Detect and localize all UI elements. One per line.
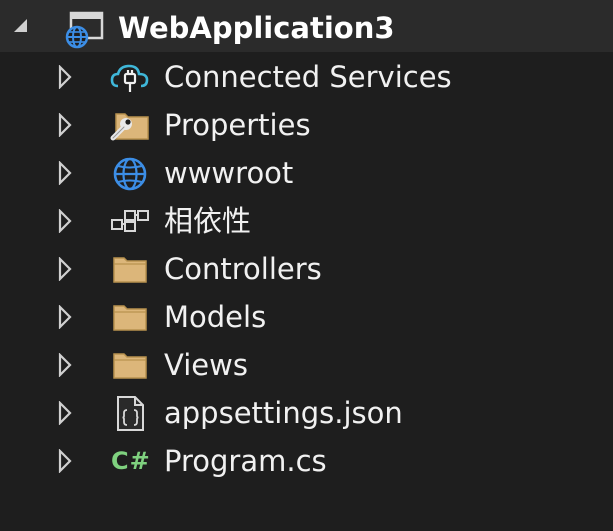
properties-folder-icon [110,107,150,143]
tree-item-label: Connected Services [164,60,452,94]
tree-item-views[interactable]: Views [0,341,613,389]
expand-arrow-icon[interactable] [58,160,72,186]
project-name-label: WebApplication3 [118,11,395,45]
dependencies-icon [110,203,150,239]
tree-item-dependencies[interactable]: 相依性 [0,197,613,245]
tree-item-program-cs[interactable]: C# Program.cs [0,437,613,485]
globe-icon [110,155,150,191]
folder-icon [110,251,150,287]
tree-item-appsettings-json[interactable]: appsettings.json [0,389,613,437]
tree-item-wwwroot[interactable]: wwwroot [0,149,613,197]
expand-arrow-icon[interactable] [58,112,72,138]
tree-item-models[interactable]: Models [0,293,613,341]
tree-item-properties[interactable]: Properties [0,101,613,149]
csharp-file-icon: C# [110,443,150,479]
tree-item-label: Models [164,300,267,334]
solution-explorer-tree: WebApplication3 Connected Services Prope… [0,0,613,531]
tree-root-webapplication3[interactable]: WebApplication3 [0,0,613,52]
tree-item-label: Program.cs [164,444,327,478]
connected-services-icon [110,59,150,95]
json-file-icon [110,395,150,431]
expand-arrow-icon[interactable] [58,256,72,282]
tree-item-controllers[interactable]: Controllers [0,245,613,293]
csharp-icon-text: C# [111,447,151,475]
expand-arrow-icon[interactable] [58,64,72,90]
expand-arrow-icon[interactable] [58,208,72,234]
expand-arrow-icon[interactable] [58,400,72,426]
web-project-icon [64,11,104,49]
tree-item-connected-services[interactable]: Connected Services [0,53,613,101]
tree-item-label: Controllers [164,252,322,286]
expand-arrow-icon[interactable] [58,352,72,378]
tree-item-label: Views [164,348,248,382]
expand-arrow-icon[interactable] [58,448,72,474]
collapse-arrow-icon[interactable] [14,19,27,32]
tree-item-label: Properties [164,108,311,142]
folder-icon [110,299,150,335]
tree-item-label: appsettings.json [164,396,403,430]
tree-item-label: wwwroot [164,156,294,190]
folder-icon [110,347,150,383]
tree-item-label: 相依性 [164,204,252,238]
expand-arrow-icon[interactable] [58,304,72,330]
